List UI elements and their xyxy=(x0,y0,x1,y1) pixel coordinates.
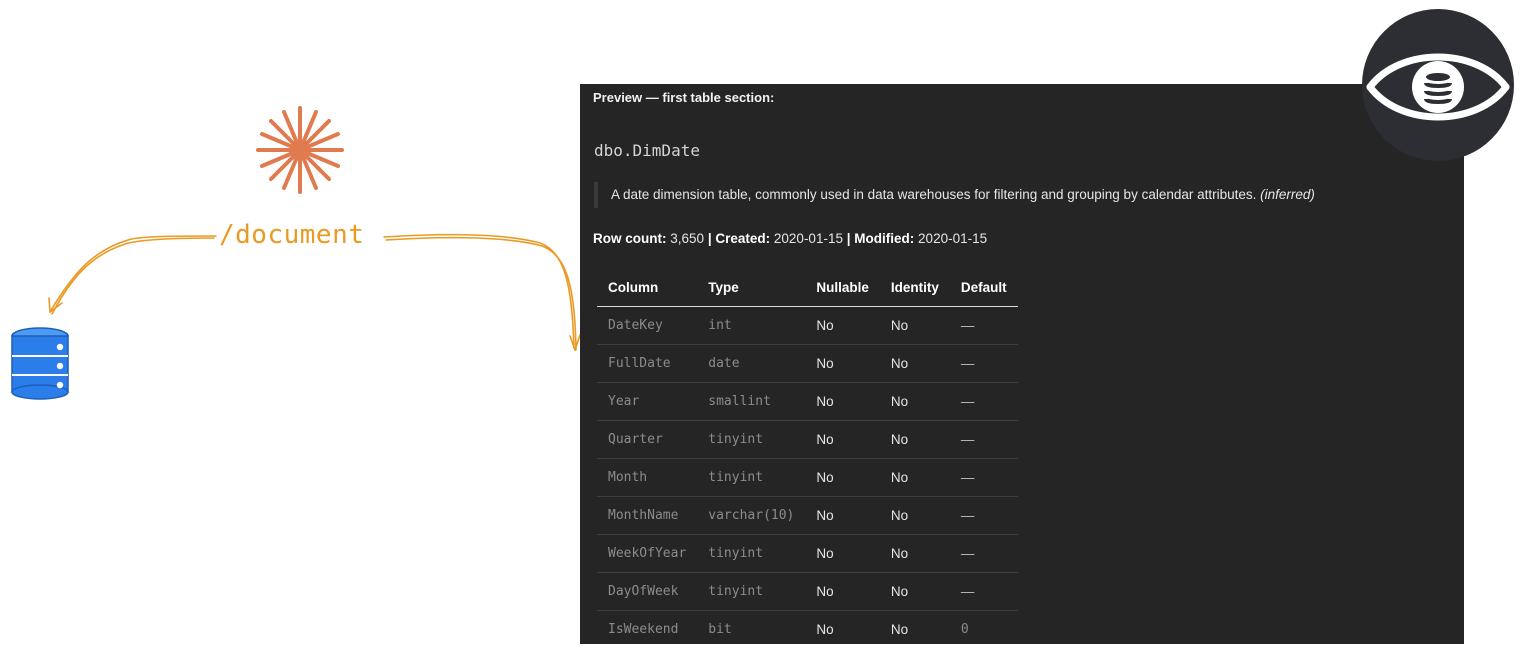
cell-column: IsWeekend xyxy=(608,622,679,637)
table-row: MonthName varchar(10) No No — xyxy=(597,496,1018,535)
cell-type: tinyint xyxy=(697,420,806,459)
table-row: DateKey int No No — xyxy=(597,306,1018,345)
table-row: IsWeekend bit No No 0 xyxy=(597,611,1018,645)
cell-nullable: No xyxy=(805,458,880,497)
cell-default: — xyxy=(949,382,1018,421)
cell-identity: No xyxy=(879,572,950,611)
cell-type: tinyint xyxy=(697,534,806,573)
cell-type: date xyxy=(697,344,806,383)
cell-identity: No xyxy=(890,622,909,637)
cell-identity: No xyxy=(879,306,950,345)
cell-default: 0 xyxy=(960,622,969,637)
columns-table: Column Type Nullable Identity Default Da… xyxy=(597,268,1018,644)
cell-nullable: No xyxy=(805,496,880,535)
table-row: FullDate date No No — xyxy=(597,344,1018,383)
cell-column: WeekOfYear xyxy=(597,534,698,573)
cell-identity: No xyxy=(879,496,950,535)
header-default: Default xyxy=(949,268,1018,307)
cell-default: — xyxy=(949,344,1018,383)
cell-identity: No xyxy=(879,534,950,573)
table-header-row: Column Type Nullable Identity Default xyxy=(597,268,1018,307)
header-type: Type xyxy=(697,268,806,307)
preview-heading: Preview — first table section: xyxy=(593,90,775,105)
cell-nullable: No xyxy=(805,572,880,611)
cell-identity: No xyxy=(879,382,950,421)
cell-type: int xyxy=(697,306,806,345)
meta-separator: | xyxy=(707,231,712,246)
table-row: Year smallint No No — xyxy=(597,382,1018,421)
cell-default: — xyxy=(949,572,1018,611)
cell-nullable: No xyxy=(805,344,880,383)
cell-column: DayOfWeek xyxy=(597,572,698,611)
cell-nullable: No xyxy=(805,306,880,345)
cell-identity: No xyxy=(879,344,950,383)
cell-nullable: No xyxy=(805,382,880,421)
table-row: DayOfWeek tinyint No No — xyxy=(597,572,1018,611)
description-inferred-note: (inferred) xyxy=(1260,187,1315,202)
cell-default: — xyxy=(949,420,1018,459)
cell-default: — xyxy=(949,458,1018,497)
document-command-label: /document xyxy=(219,220,365,250)
cell-column: FullDate xyxy=(597,344,698,383)
cell-nullable: No xyxy=(805,534,880,573)
meta-separator: | xyxy=(846,231,851,246)
table-row: Month tinyint No No — xyxy=(597,458,1018,497)
sparkle-icon xyxy=(256,106,344,194)
cell-column: Year xyxy=(597,382,698,421)
header-column: Column xyxy=(597,268,698,307)
row-count-label: Row count: xyxy=(593,231,667,246)
cell-default: — xyxy=(949,534,1018,573)
cell-type: bit xyxy=(708,622,732,637)
cell-nullable: No xyxy=(816,622,834,637)
header-nullable: Nullable xyxy=(805,268,880,307)
header-identity: Identity xyxy=(879,268,950,307)
modified-label: Modified: xyxy=(854,231,915,246)
table-row: Quarter tinyint No No — xyxy=(597,420,1018,459)
table-metadata: Row count: 3,650 | Created: 2020-01-15 |… xyxy=(593,229,987,249)
table-description: A date dimension table, commonly used in… xyxy=(594,182,1315,208)
arrow-left-icon xyxy=(48,235,217,315)
cell-column: Quarter xyxy=(597,420,698,459)
cell-type: varchar(10) xyxy=(697,496,806,535)
preview-panel: Preview — first table section: dbo.DimDa… xyxy=(580,84,1464,644)
cell-identity: No xyxy=(879,458,950,497)
cell-default: — xyxy=(949,496,1018,535)
eye-database-logo-icon xyxy=(1362,9,1514,161)
created-label: Created: xyxy=(715,231,771,246)
cell-type: tinyint xyxy=(697,572,806,611)
cell-column: MonthName xyxy=(597,496,698,535)
cell-column: DateKey xyxy=(597,306,698,345)
cell-nullable: No xyxy=(805,420,880,459)
cell-identity: No xyxy=(879,420,950,459)
arrow-right-icon xyxy=(383,233,581,351)
table-row: WeekOfYear tinyint No No — xyxy=(597,534,1018,573)
description-text: A date dimension table, commonly used in… xyxy=(611,187,1257,202)
table-name-heading: dbo.DimDate xyxy=(594,141,700,160)
cell-type: smallint xyxy=(697,382,806,421)
database-icon xyxy=(11,327,69,400)
modified-value: 2020-01-15 xyxy=(918,231,988,246)
cell-column: Month xyxy=(597,458,698,497)
cell-default: — xyxy=(949,306,1018,345)
row-count-value: 3,650 xyxy=(670,231,705,246)
cell-type: tinyint xyxy=(697,458,806,497)
created-value: 2020-01-15 xyxy=(773,231,843,246)
